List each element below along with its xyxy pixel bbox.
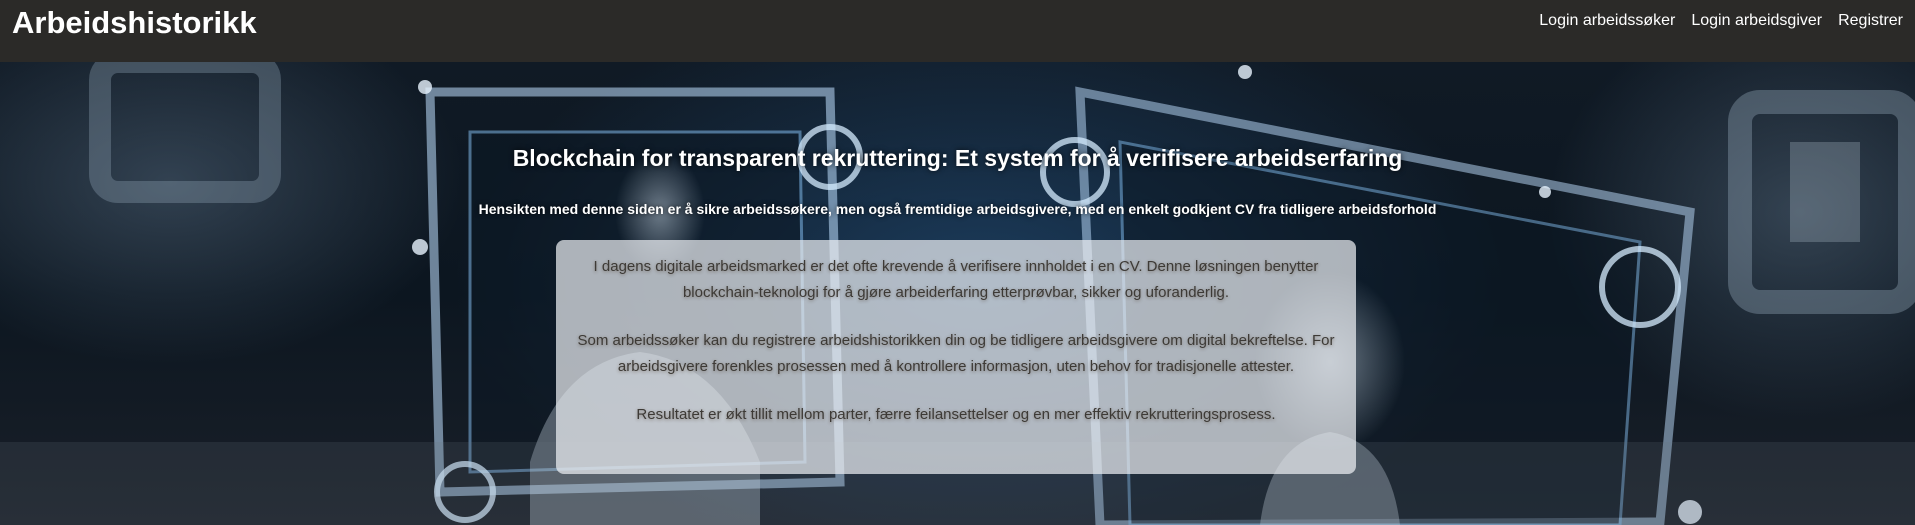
info-paragraph: Som arbeidssøker kan du registrere arbei… (577, 332, 1335, 375)
info-box: I dagens digitale arbeidsmarked er det o… (556, 240, 1356, 474)
hero-title: Blockchain for transparent rekruttering:… (512, 145, 1403, 172)
hero-subtitle: Hensikten med denne siden er å sikre arb… (478, 201, 1437, 217)
register-link[interactable]: Registrer (1838, 12, 1903, 30)
brand-logo-link[interactable]: Arbeidshistorikk (12, 5, 257, 41)
nav-links: Login arbeidssøker Login arbeidsgiver Re… (1539, 12, 1903, 30)
login-employer-link[interactable]: Login arbeidsgiver (1691, 12, 1822, 30)
info-paragraph: Resultatet er økt tillit mellom parter, … (636, 406, 1276, 423)
top-navbar: Arbeidshistorikk Login arbeidssøker Logi… (0, 0, 1915, 62)
page: Arbeidshistorikk Login arbeidssøker Logi… (0, 0, 1915, 525)
login-jobseeker-link[interactable]: Login arbeidssøker (1539, 12, 1675, 30)
info-paragraph: I dagens digitale arbeidsmarked er det o… (593, 258, 1319, 301)
